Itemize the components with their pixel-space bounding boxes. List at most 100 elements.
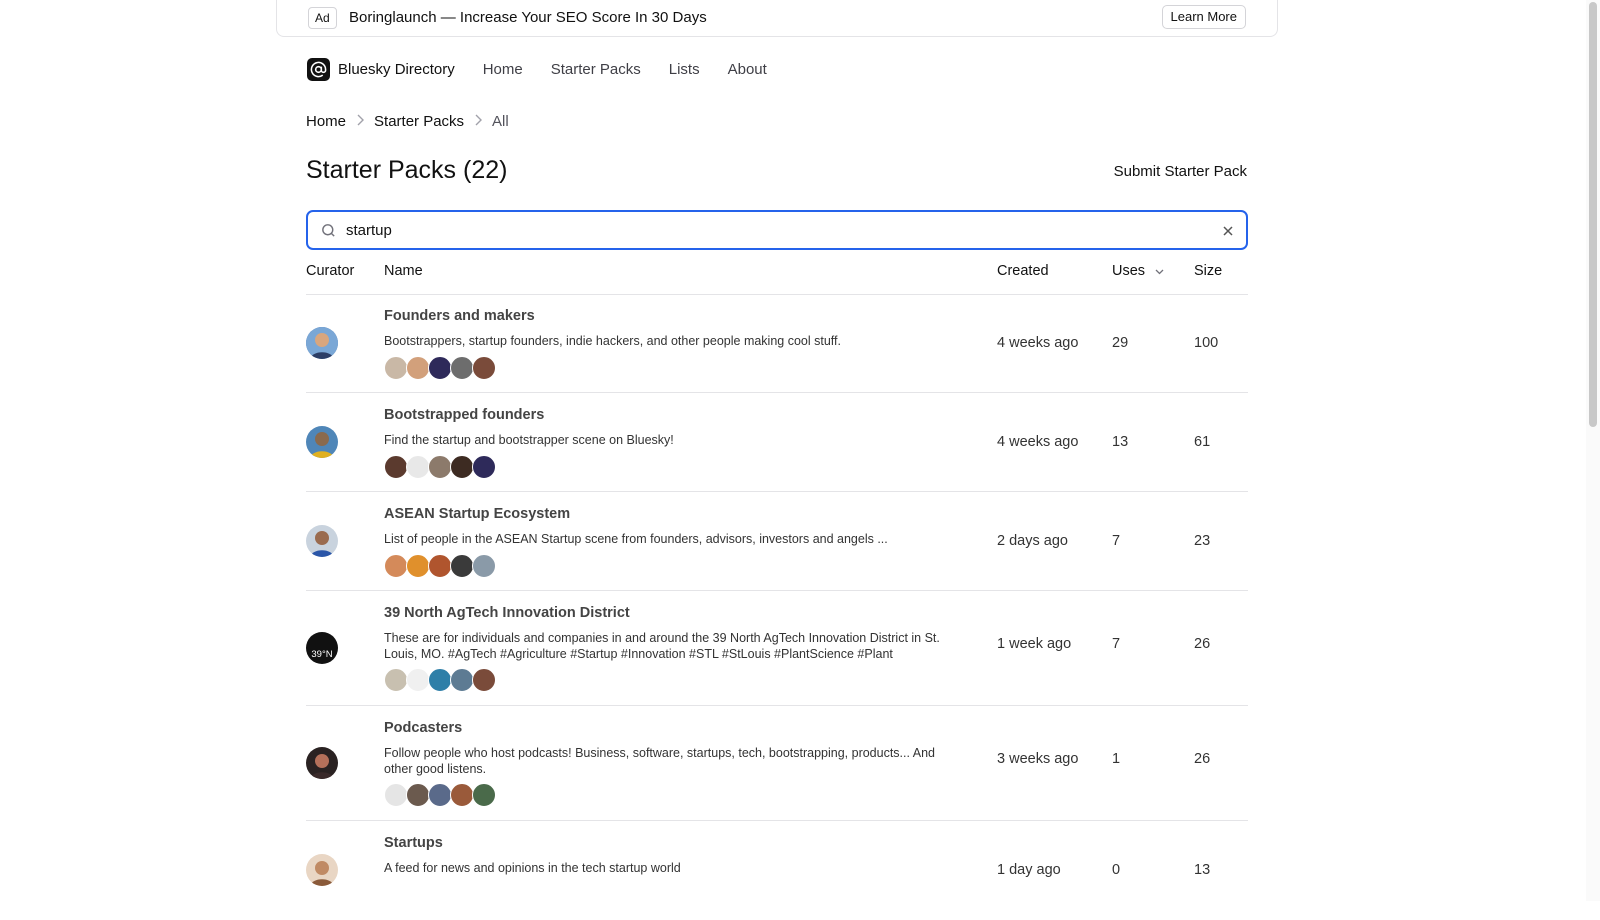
member-avatar (472, 783, 496, 807)
uses-cell: 7 (1112, 533, 1121, 549)
column-header-curator: Curator (306, 263, 355, 279)
scrollbar-thumb[interactable] (1589, 2, 1597, 427)
pack-description: A feed for news and opinions in the tech… (384, 861, 681, 875)
pack-name[interactable]: 39 North AgTech Innovation District (384, 605, 630, 621)
member-avatar (450, 554, 474, 578)
uses-cell: 1 (1112, 751, 1121, 767)
pack-description: Follow people who host podcasts! Busines… (384, 746, 936, 776)
created-cell: 1 day ago (997, 862, 1061, 878)
member-avatar (428, 455, 452, 479)
member-avatar (428, 356, 452, 380)
column-header-name: Name (384, 263, 423, 279)
curator-avatar-text: 39°N (311, 649, 333, 660)
pack-description: List of people in the ASEAN Startup scen… (384, 532, 888, 546)
table-row[interactable]: Founders and makers Bootstrappers, start… (306, 294, 1248, 393)
column-header-size[interactable]: Size (1194, 263, 1222, 279)
size-cell: 100 (1194, 335, 1219, 351)
member-avatar (384, 356, 408, 380)
scrollbar[interactable] (1586, 0, 1600, 901)
nav-link-lists[interactable]: Lists (669, 61, 700, 78)
member-avatar (406, 356, 430, 380)
pack-name[interactable]: Startups (384, 835, 443, 851)
size-cell: 23 (1194, 533, 1211, 549)
curator-avatar[interactable] (306, 525, 338, 557)
member-avatar (472, 668, 496, 692)
column-header-created[interactable]: Created (997, 263, 1049, 279)
ad-text[interactable]: Boringlaunch — Increase Your SEO Score I… (349, 9, 707, 26)
table-row[interactable]: Startups A feed for news and opinions in… (306, 821, 1248, 920)
member-avatar (428, 783, 452, 807)
size-cell: 61 (1194, 434, 1211, 450)
close-icon[interactable] (1222, 224, 1234, 242)
member-avatars (384, 455, 496, 479)
search-box[interactable] (306, 210, 1248, 250)
created-cell: 4 weeks ago (997, 434, 1079, 450)
table-header: Curator Name Created Uses Size (306, 262, 1248, 295)
pack-description: Bootstrappers, startup founders, indie h… (384, 334, 841, 348)
top-nav: Bluesky Directory Home Starter Packs Lis… (307, 56, 795, 82)
size-cell: 13 (1194, 862, 1211, 878)
member-avatars (384, 783, 496, 807)
member-avatar (450, 783, 474, 807)
member-avatar (384, 455, 408, 479)
brand-name[interactable]: Bluesky Directory (338, 61, 455, 78)
table-row[interactable]: ASEAN Startup Ecosystem List of people i… (306, 492, 1248, 591)
curator-avatar[interactable] (306, 426, 338, 458)
nav-link-home[interactable]: Home (483, 61, 523, 78)
member-avatar (406, 668, 430, 692)
uses-cell: 0 (1112, 862, 1121, 878)
member-avatar (472, 554, 496, 578)
member-avatar (450, 668, 474, 692)
breadcrumb-home[interactable]: Home (306, 113, 346, 130)
curator-avatar[interactable]: 39°N (306, 632, 338, 664)
table-row[interactable]: Podcasters Follow people who host podcas… (306, 706, 1248, 821)
curator-avatar[interactable] (306, 327, 338, 359)
pack-name[interactable]: ASEAN Startup Ecosystem (384, 506, 570, 522)
pack-name[interactable]: Founders and makers (384, 308, 535, 324)
size-cell: 26 (1194, 751, 1211, 767)
created-cell: 4 weeks ago (997, 335, 1079, 351)
column-header-uses-label: Uses (1112, 263, 1146, 279)
member-avatar (384, 783, 408, 807)
member-avatar (428, 554, 452, 578)
nav-link-about[interactable]: About (728, 61, 767, 78)
pack-description: Find the startup and bootstrapper scene … (384, 433, 674, 447)
chevron-down-icon (1155, 263, 1164, 279)
starter-packs-table: Founders and makers Bootstrappers, start… (306, 294, 1248, 920)
uses-cell: 13 (1112, 434, 1129, 450)
ad-banner: Ad Boringlaunch — Increase Your SEO Scor… (276, 0, 1278, 37)
submit-starter-pack-button[interactable]: Submit Starter Pack (1114, 163, 1247, 180)
ad-tag: Ad (308, 7, 337, 29)
search-input[interactable] (346, 220, 1196, 240)
column-header-uses[interactable]: Uses (1112, 263, 1164, 279)
member-avatars (384, 356, 496, 380)
page-title: Starter Packs (22) (306, 156, 508, 184)
learn-more-button[interactable]: Learn More (1161, 5, 1246, 29)
curator-avatar[interactable] (306, 747, 338, 779)
pack-name[interactable]: Podcasters (384, 720, 462, 736)
member-avatar (472, 356, 496, 380)
uses-cell: 7 (1112, 636, 1121, 652)
chevron-right-icon (474, 114, 483, 129)
pack-description: These are for individuals and companies … (384, 631, 940, 661)
member-avatar (450, 356, 474, 380)
chevron-right-icon (356, 114, 365, 129)
bluesky-logo-icon[interactable] (307, 57, 330, 81)
created-cell: 2 days ago (997, 533, 1068, 549)
uses-cell: 29 (1112, 335, 1129, 351)
member-avatar (406, 554, 430, 578)
table-row[interactable]: 39°N 39 North AgTech Innovation District… (306, 591, 1248, 706)
member-avatar (428, 668, 452, 692)
table-row[interactable]: Bootstrapped founders Find the startup a… (306, 393, 1248, 492)
member-avatar (384, 668, 408, 692)
breadcrumb-all: All (492, 113, 509, 130)
breadcrumb-starter-packs[interactable]: Starter Packs (374, 113, 464, 130)
member-avatar (450, 455, 474, 479)
curator-avatar[interactable] (306, 854, 338, 886)
member-avatar (406, 455, 430, 479)
pack-name[interactable]: Bootstrapped founders (384, 407, 544, 423)
nav-link-starter-packs[interactable]: Starter Packs (551, 61, 641, 78)
search-icon (320, 222, 337, 244)
member-avatars (384, 554, 496, 578)
created-cell: 1 week ago (997, 636, 1072, 652)
